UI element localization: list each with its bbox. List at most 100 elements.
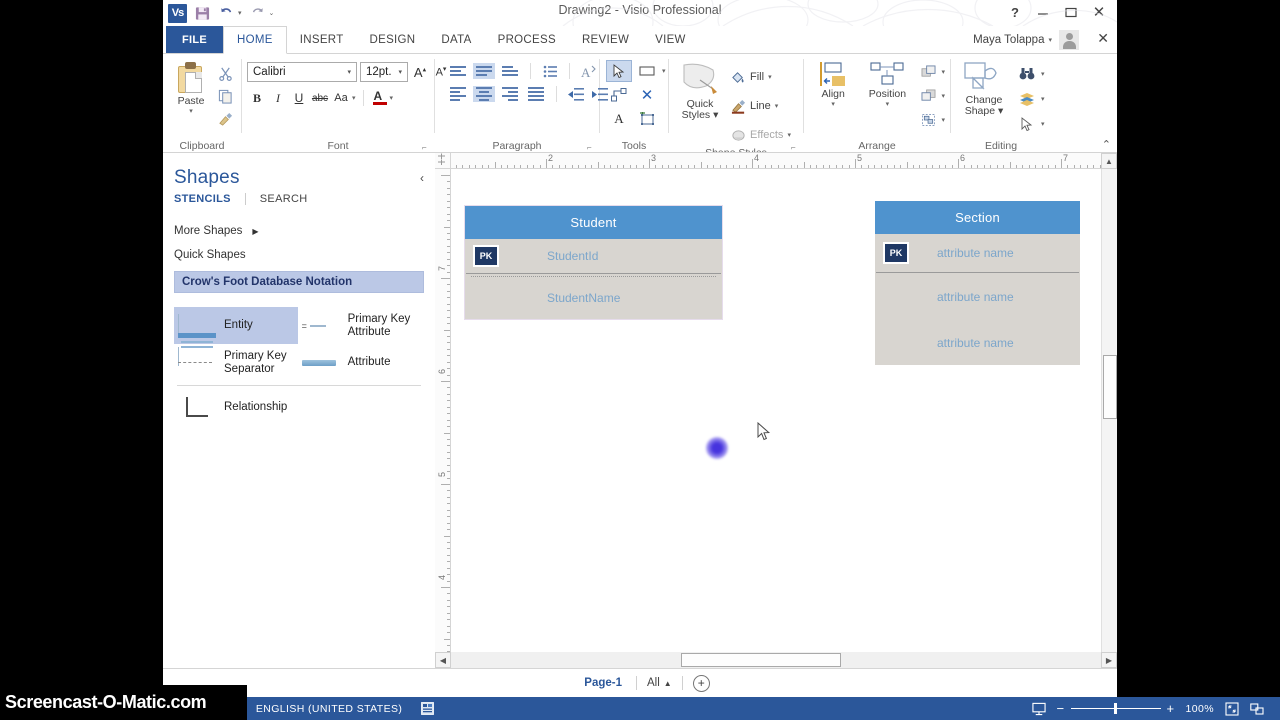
copy-icon[interactable] — [214, 86, 236, 106]
chevron-down-icon[interactable]: ▾ — [775, 102, 779, 110]
chevron-up-icon[interactable]: ▲ — [664, 679, 672, 688]
stencil-item-primary-key-attribute[interactable]: = Primary Key Attribute — [298, 307, 435, 344]
pointer-tool-button[interactable] — [606, 60, 632, 82]
zoom-in-button[interactable]: + — [1167, 701, 1175, 716]
change-case-button[interactable]: Aa — [331, 88, 351, 108]
tab-home[interactable]: HOME — [223, 26, 287, 54]
chevron-down-icon[interactable]: ▾ — [941, 92, 945, 100]
entity-attribute-row[interactable]: attribute name — [875, 273, 1080, 321]
chevron-down-icon[interactable]: ▾ — [1041, 70, 1045, 78]
user-account[interactable]: Maya Tolappa ▾ — [973, 30, 1079, 50]
decrease-indent-button[interactable] — [566, 86, 586, 102]
more-shapes-item[interactable]: More Shapes ▶ — [163, 219, 435, 243]
zoom-handle[interactable] — [1113, 703, 1117, 714]
text-direction-button[interactable]: A — [579, 63, 599, 79]
horizontal-scrollbar[interactable]: ◀ ▶ — [435, 652, 1117, 668]
tab-file[interactable]: FILE — [166, 26, 224, 53]
group-button[interactable]: ▾ — [917, 110, 945, 130]
position-button[interactable]: Position ▾ — [860, 59, 914, 108]
bring-forward-button[interactable]: ▾ — [917, 62, 945, 82]
stencil-item-attribute[interactable]: Attribute — [298, 344, 435, 381]
shapestyles-dialog-launcher[interactable]: ⌐ — [791, 143, 800, 152]
align-bottom-button[interactable] — [499, 63, 521, 79]
select-button[interactable]: ▾ — [1016, 114, 1045, 134]
entity-attribute-row[interactable]: StudentName — [465, 277, 722, 319]
close-button[interactable]: ✕ — [1085, 1, 1113, 23]
tab-stencils[interactable]: STENCILS — [174, 193, 231, 205]
chevron-right-icon[interactable]: ▶ — [252, 227, 258, 236]
line-button[interactable]: Line ▾ — [730, 94, 791, 118]
chevron-down-icon[interactable]: ▾ — [189, 107, 193, 115]
entity-attribute-row[interactable]: PK attribute name — [875, 234, 1080, 272]
vertical-scrollbar[interactable]: ▲ ▼ — [1101, 153, 1117, 668]
bold-button[interactable]: B — [247, 88, 267, 108]
text-tool-button[interactable]: A — [606, 108, 632, 130]
send-backward-button[interactable]: ▾ — [917, 86, 945, 106]
tab-data[interactable]: DATA — [428, 26, 484, 53]
scroll-up-button[interactable]: ▲ — [1101, 153, 1117, 169]
avatar[interactable] — [1059, 30, 1079, 50]
fill-button[interactable]: Fill ▾ — [730, 65, 791, 89]
tab-insert[interactable]: INSERT — [287, 26, 357, 53]
chevron-down-icon[interactable]: ▾ — [768, 73, 772, 81]
page-tab-page-1[interactable]: Page-1 — [570, 677, 636, 689]
format-painter-icon[interactable] — [214, 109, 236, 129]
quick-styles-button[interactable]: Quick Styles ▾ — [674, 60, 726, 121]
vertical-scrollbar-thumb[interactable] — [1103, 355, 1117, 419]
stencil-item-relationship[interactable]: Relationship — [174, 386, 300, 424]
drawing-page[interactable]: Student PK StudentId StudentName Section… — [452, 170, 1101, 652]
help-button[interactable]: ? — [1001, 1, 1029, 23]
align-button[interactable]: Align ▾ — [809, 59, 857, 108]
zoom-out-button[interactable]: − — [1057, 701, 1065, 716]
justify-button[interactable] — [525, 86, 547, 102]
chevron-down-icon[interactable]: ▾ — [941, 116, 945, 124]
macro-icon[interactable] — [420, 702, 434, 716]
quick-shapes-item[interactable]: Quick Shapes — [163, 243, 435, 267]
zoom-track[interactable] — [1070, 703, 1161, 714]
add-page-button[interactable]: + — [692, 674, 710, 692]
layers-button[interactable]: ▾ — [1016, 89, 1045, 109]
font-family-combo[interactable]: Calibri ▾ — [247, 62, 357, 82]
maximize-button[interactable] — [1057, 1, 1085, 23]
delete-tool-button[interactable]: ✕ — [634, 84, 660, 106]
align-center-button[interactable] — [473, 86, 495, 102]
tab-process[interactable]: PROCESS — [485, 26, 569, 53]
font-dialog-launcher[interactable]: ⌐ — [422, 143, 431, 152]
collapse-ribbon-button[interactable]: ⌃ — [1102, 138, 1111, 151]
fit-page-icon[interactable] — [1225, 701, 1239, 716]
tab-view[interactable]: VIEW — [642, 26, 699, 53]
zoom-level[interactable]: 100% — [1186, 703, 1214, 715]
stencil-item-primary-key-separator[interactable]: Primary Key Separator — [174, 344, 298, 381]
font-color-button[interactable]: A — [371, 88, 389, 108]
horizontal-ruler[interactable]: 2 3 4 5 6 7 — [435, 153, 1117, 169]
align-left-button[interactable] — [447, 86, 469, 102]
chevron-down-icon[interactable]: ▾ — [1048, 36, 1052, 44]
entity-section[interactable]: Section PK attribute name attribute name… — [875, 201, 1080, 365]
chevron-down-icon[interactable]: ▾ — [831, 100, 835, 108]
cut-icon[interactable] — [214, 63, 236, 83]
align-top-button[interactable] — [447, 63, 469, 79]
fit-window-icon[interactable] — [1250, 702, 1264, 716]
bullets-button[interactable] — [540, 63, 560, 79]
effects-button[interactable]: Effects ▾ — [730, 123, 791, 147]
chevron-down-icon[interactable]: ▾ — [787, 131, 791, 139]
vertical-ruler[interactable]: 7 6 5 4 — [435, 169, 451, 668]
connector-tool-button[interactable] — [606, 84, 632, 106]
scroll-left-button[interactable]: ◀ — [435, 652, 451, 668]
all-pages-button[interactable]: All ▲ — [637, 677, 682, 689]
align-right-button[interactable] — [499, 86, 521, 102]
tab-design[interactable]: DESIGN — [357, 26, 429, 53]
tab-search[interactable]: SEARCH — [260, 193, 308, 205]
scroll-right-button[interactable]: ▶ — [1101, 652, 1117, 668]
find-button[interactable]: ▾ — [1016, 64, 1045, 84]
chevron-down-icon[interactable]: ▾ — [1041, 120, 1045, 128]
font-size-combo[interactable]: 12pt. ▾ — [360, 62, 408, 82]
minimize-button[interactable] — [1029, 1, 1057, 23]
entity-student[interactable]: Student PK StudentId StudentName — [464, 205, 723, 320]
chevron-down-icon[interactable]: ▾ — [886, 100, 890, 108]
italic-button[interactable]: I — [268, 88, 288, 108]
chevron-down-icon[interactable]: ▾ — [1041, 95, 1045, 103]
stencil-item-entity[interactable]: Entity — [174, 307, 298, 366]
entity-attribute-row[interactable]: attribute name — [875, 321, 1080, 365]
entity-attribute-row[interactable]: PK StudentId — [465, 239, 722, 273]
